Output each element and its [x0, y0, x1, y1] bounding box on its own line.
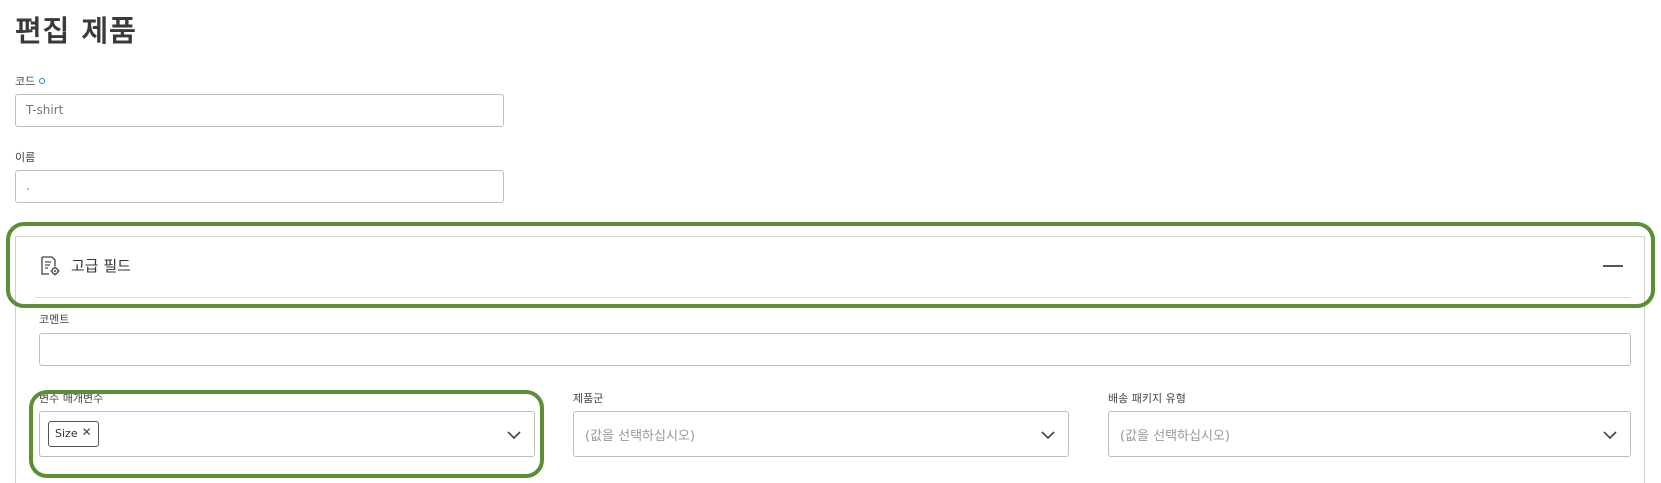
package-type-label: 배송 패키지 유형 — [1108, 392, 1186, 405]
name-label: 이름 — [15, 151, 36, 164]
product-group-label: 제품군 — [573, 392, 604, 405]
product-group-placeholder: (값을 선택하십시오) — [585, 429, 695, 444]
chevron-down-icon — [507, 431, 521, 440]
variant-params-label: 변수 매개변수 — [39, 392, 104, 405]
tag-label: Size — [55, 427, 78, 440]
code-input[interactable]: T-shirt — [15, 94, 504, 127]
panel-header-divider — [35, 297, 1631, 298]
chevron-down-icon — [1041, 431, 1055, 440]
page-title: 편집 제품 — [15, 14, 137, 48]
code-label-text: 코드 — [15, 75, 36, 88]
comment-label: 코멘트 — [39, 313, 70, 326]
tag-size: Size ✕ — [48, 421, 99, 447]
minus-icon — [1603, 265, 1623, 267]
required-dot-icon — [39, 78, 46, 84]
package-type-select[interactable]: (값을 선택하십시오) — [1108, 411, 1631, 457]
package-type-placeholder: (값을 선택하십시오) — [1120, 429, 1230, 444]
chevron-down-icon — [1603, 431, 1617, 440]
comment-input[interactable] — [39, 333, 1631, 366]
variant-params-select[interactable]: Size ✕ — [39, 411, 535, 457]
product-group-select[interactable]: (값을 선택하십시오) — [573, 411, 1069, 457]
settings-document-icon — [41, 256, 60, 276]
advanced-fields-title: 고급 필드 — [71, 257, 131, 275]
close-icon[interactable]: ✕ — [82, 420, 92, 444]
name-input[interactable]: . — [15, 170, 504, 203]
code-label: 코드 — [15, 73, 46, 89]
